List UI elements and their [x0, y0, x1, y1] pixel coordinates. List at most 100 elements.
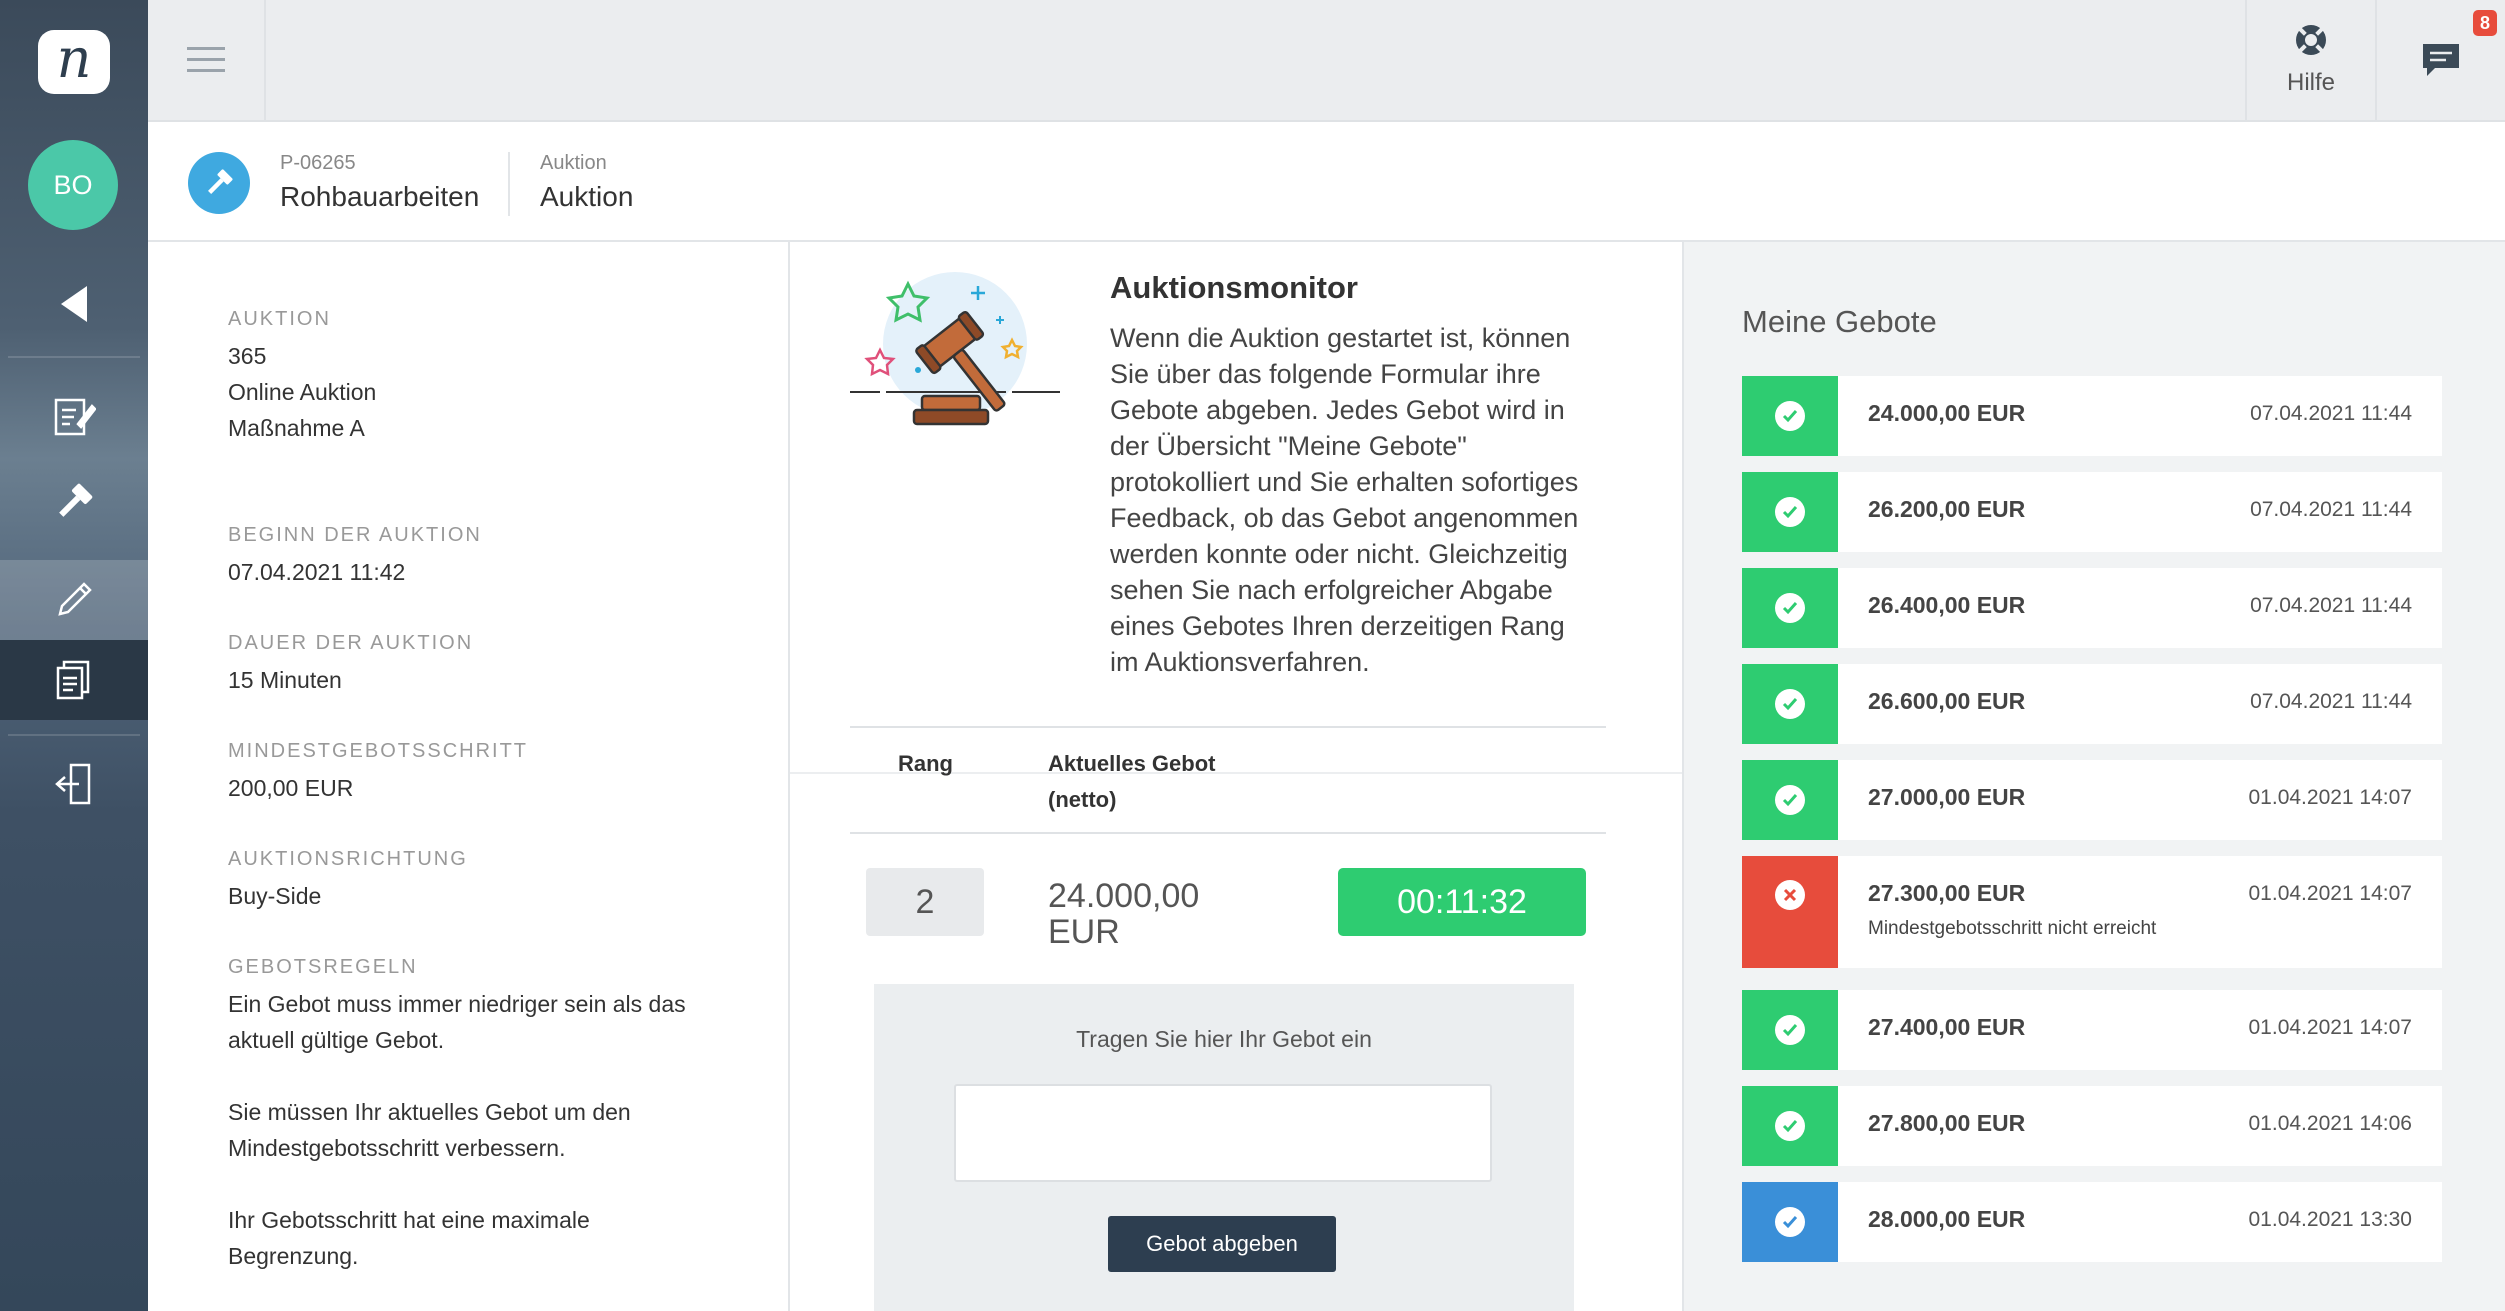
breadcrumb-section[interactable]: Auktion Auktion — [540, 152, 633, 213]
bid-date: 07.04.2021 11:44 — [2250, 594, 2412, 617]
project-name: Rohbauarbeiten — [280, 181, 480, 212]
check-icon — [1782, 698, 1798, 711]
auction-label: AUKTION — [228, 308, 331, 330]
back-arrow-icon — [61, 286, 87, 322]
intro-line: Wenn die Auktion gestartet ist, können — [1110, 323, 1571, 353]
bid-amount: 26.400,00 EUR — [1868, 592, 2026, 618]
current-bid-currency: EUR — [1048, 913, 1120, 951]
bid-status — [1742, 856, 1838, 968]
bid-amount: 28.000,00 EUR — [1868, 1206, 2026, 1232]
my-bids-panel: Meine Gebote 24.000,00 EUR 07.04.2021 11… — [1684, 242, 2505, 1311]
bid-date: 01.04.2021 14:07 — [2248, 882, 2413, 905]
app-logo[interactable]: n — [38, 30, 110, 94]
rule-2b: Mindestgebotsschritt verbessern. — [228, 1135, 566, 1161]
menu-toggle-button[interactable] — [148, 0, 266, 120]
bid-amount: 26.200,00 EUR — [1868, 496, 2026, 522]
gavel-icon — [208, 169, 233, 194]
hamburger-icon — [187, 47, 225, 72]
bid-error-note: Mindestgebotsschritt nicht erreicht — [1868, 918, 2157, 939]
rule-1a: Ein Gebot muss immer niedriger sein als … — [228, 991, 686, 1017]
intro-line: protokolliert und Sie erhalten sofortige… — [1110, 467, 1579, 497]
rule-3a: Ihr Gebotsschritt hat eine maximale — [228, 1207, 590, 1233]
bid-list-item: 26.600,00 EUR 07.04.2021 11:44 — [1742, 664, 2442, 744]
bid-status — [1742, 472, 1838, 552]
documents-icon — [56, 660, 90, 700]
lifebuoy-icon — [2296, 25, 2326, 55]
duration-value: 15 Minuten — [228, 667, 342, 693]
rule-3b: Begrenzung. — [228, 1243, 359, 1269]
min-step-label: MINDESTGEBOTSSCHRITT — [228, 740, 529, 762]
bid-date: 01.04.2021 14:07 — [2248, 1016, 2413, 1039]
help-label: Hilfe — [2286, 69, 2335, 96]
check-icon — [1782, 1024, 1798, 1037]
bid-status — [1742, 1086, 1838, 1166]
bid-amount: 27.300,00 EUR — [1868, 880, 2026, 906]
bid-status — [1742, 760, 1838, 840]
intro-line: werden konnte oder nicht. Gleichzeitig — [1110, 539, 1568, 569]
sidebar-item-bid[interactable] — [0, 560, 148, 640]
bid-status — [1742, 990, 1838, 1070]
logout-button[interactable] — [0, 744, 148, 824]
sidebar-item-auction[interactable] — [0, 462, 148, 542]
check-icon — [1782, 410, 1798, 423]
intro-line: Gebote abgeben. Jedes Gebot wird in — [1110, 395, 1565, 425]
intro-line: eines Gebotes Ihren derzeitigen Rang — [1110, 611, 1565, 641]
bid-list-item: 26.200,00 EUR 07.04.2021 11:44 — [1742, 472, 2442, 552]
sidebar-item-documents[interactable] — [0, 640, 148, 720]
current-bid: 24.000,00 EUR — [1048, 878, 1199, 950]
bid-date: 07.04.2021 11:44 — [2250, 498, 2412, 521]
bid-status — [1742, 1182, 1838, 1262]
bid-list-item: 27.800,00 EUR 01.04.2021 14:06 — [1742, 1086, 2442, 1166]
bid-amount: 27.800,00 EUR — [1868, 1110, 2026, 1136]
page-header: P-06265 Rohbauarbeiten Auktion Auktion — [148, 122, 2505, 242]
sidebar: n BO — [0, 0, 148, 1311]
rules-label: GEBOTSREGELN — [228, 956, 418, 978]
bid-form: Tragen Sie hier Ihr Gebot ein Gebot abge… — [874, 984, 1574, 1311]
auction-measure: Maßnahme A — [228, 415, 365, 441]
direction-label: AUKTIONSRICHTUNG — [228, 848, 468, 870]
bid-list-item: 27.300,00 EUR 01.04.2021 14:07 Mindestge… — [1742, 856, 2442, 968]
check-icon — [1782, 602, 1798, 615]
bid-date: 01.04.2021 13:30 — [2248, 1208, 2413, 1231]
bid-list-item: 27.000,00 EUR 01.04.2021 14:07 — [1742, 760, 2442, 840]
submit-bid-button[interactable]: Gebot abgeben — [1108, 1216, 1336, 1272]
bid-status — [1742, 376, 1838, 456]
help-button[interactable]: Hilfe — [2245, 0, 2375, 120]
duration-label: DAUER DER AUKTION — [228, 632, 474, 654]
auction-monitor-panel: Auktionsmonitor Wenn die Auktion gestart… — [788, 242, 1684, 1311]
monitor-intro: Wenn die Auktion gestartet ist, können S… — [1110, 320, 1630, 680]
page-title: Auktion — [540, 181, 634, 212]
my-bids-title: Meine Gebote — [1742, 304, 1937, 339]
rule-2a: Sie müssen Ihr aktuelles Gebot um den — [228, 1099, 631, 1125]
intro-line: der Übersicht "Meine Gebote" — [1110, 431, 1467, 461]
col-bid-header-sub: (netto) — [1048, 787, 1117, 812]
bid-amount: 26.600,00 EUR — [1868, 688, 2026, 714]
auction-details-panel: AUKTION 365 Online Auktion Maßnahme A BE… — [148, 242, 788, 1311]
start-label: BEGINN DER AUKTION — [228, 524, 482, 546]
bid-status — [1742, 664, 1838, 744]
pencil-icon — [58, 582, 92, 616]
auction-gavel-illustration — [850, 272, 1060, 426]
monitor-title: Auktionsmonitor — [1110, 270, 1358, 305]
top-bar: Hilfe 8 — [148, 0, 2505, 122]
back-button[interactable] — [0, 264, 148, 344]
breadcrumb-project[interactable]: P-06265 Rohbauarbeiten — [280, 152, 479, 213]
start-value: 07.04.2021 11:42 — [228, 559, 406, 585]
bid-list-item: 28.000,00 EUR 01.04.2021 13:30 — [1742, 1182, 2442, 1262]
sidebar-item-edit[interactable] — [0, 376, 148, 456]
current-rank: 2 — [866, 868, 984, 936]
countdown-timer: 00:11:32 — [1338, 868, 1586, 936]
rule-1b: aktuell gültige Gebot. — [228, 1027, 445, 1053]
auction-id: 365 — [228, 343, 267, 369]
current-bid-amount: 24.000,00 — [1048, 877, 1200, 915]
section-small: Auktion — [540, 152, 607, 174]
user-avatar[interactable]: BO — [28, 140, 118, 230]
bid-amount: 27.400,00 EUR — [1868, 1014, 2026, 1040]
intro-line: Sie über das folgende Formular ihre — [1110, 359, 1541, 389]
chat-button[interactable]: 8 — [2375, 0, 2505, 120]
bid-input[interactable] — [954, 1084, 1492, 1182]
intro-line: im Auktionsverfahren. — [1110, 647, 1370, 677]
check-icon — [1782, 794, 1798, 807]
bid-date: 01.04.2021 14:07 — [2248, 786, 2413, 809]
check-icon — [1782, 1120, 1798, 1133]
